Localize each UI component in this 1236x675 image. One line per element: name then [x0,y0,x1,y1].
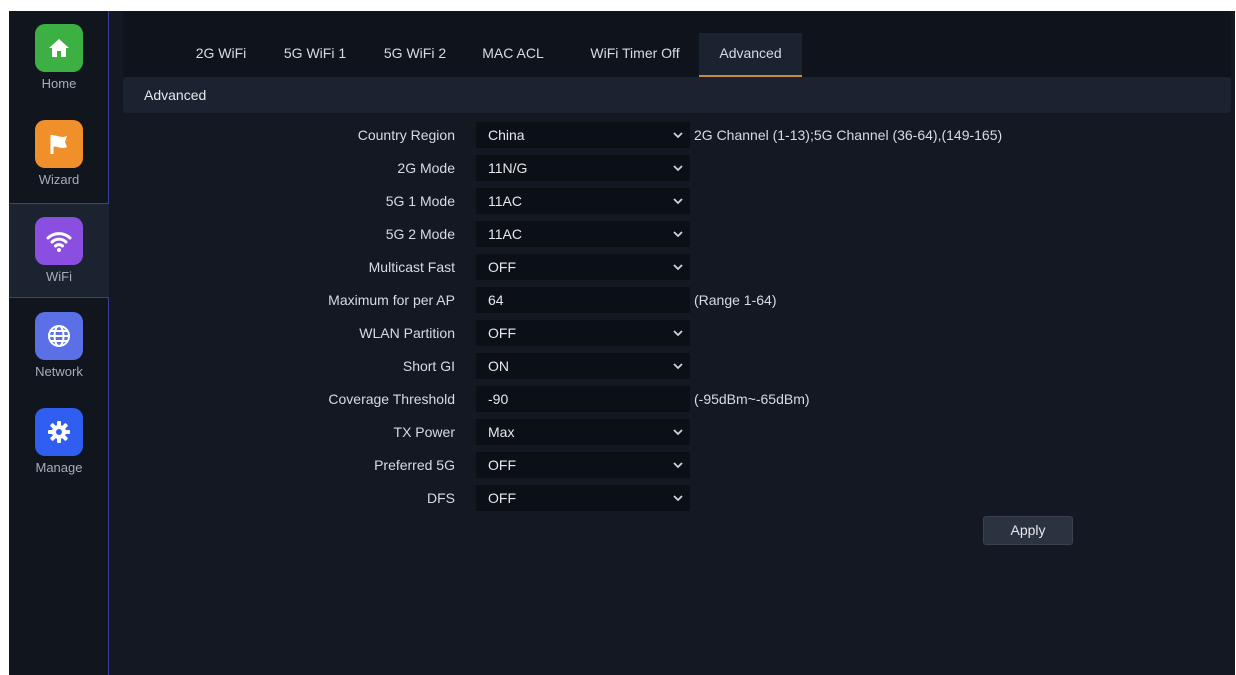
max-per-ap-label: Maximum for per AP [328,292,455,308]
coverage-threshold-input[interactable]: -90 [476,386,690,412]
chevron-down-icon [673,495,683,502]
short-gi-label: Short GI [402,358,455,374]
flag-icon [35,120,83,168]
wlan-partition-label: WLAN Partition [359,325,455,341]
sidebar-item-label: Wizard [38,172,80,187]
5g2-mode-select[interactable]: 11AC [476,221,690,247]
tx-power-select[interactable]: Max [476,419,690,445]
multicast-fast-label: Multicast Fast [368,259,455,275]
short-gi-value: ON [488,358,509,374]
globe-icon [35,312,83,360]
form-row-preferred-5g: Preferred 5G OFF [123,452,1231,478]
tab-bar: 2G WiFi 5G WiFi 1 5G WiFi 2 MAC ACL WiFi… [123,11,1231,77]
gear-icon [35,408,83,456]
wlan-partition-value: OFF [488,325,516,341]
sidebar-item-label: Home [41,76,77,91]
coverage-threshold-value: -90 [488,391,509,407]
short-gi-select[interactable]: ON [476,353,690,379]
5g1-mode-select[interactable]: 11AC [476,188,690,214]
preferred-5g-select[interactable]: OFF [476,452,690,478]
tab-mac-acl[interactable]: MAC ACL [473,33,553,77]
form-row-coverage-threshold: Coverage Threshold -90 (-95dBm~-65dBm) [123,386,1231,412]
form-row-5g1-mode: 5G 1 Mode 11AC [123,188,1231,214]
max-per-ap-hint: (Range 1-64) [694,292,777,308]
tx-power-value: Max [488,424,515,440]
sidebar-item-label: WiFi [46,269,72,284]
chevron-down-icon [673,165,683,172]
form-row-wlan-partition: WLAN Partition OFF [123,320,1231,346]
coverage-threshold-hint: (-95dBm~-65dBm) [694,391,810,407]
tx-power-label: TX Power [393,424,455,440]
tab-5g-wifi-2[interactable]: 5G WiFi 2 [371,33,459,77]
tab-2g-wifi[interactable]: 2G WiFi [181,33,261,77]
sidebar-item-label: Network [35,364,83,379]
form-row-max-per-ap: Maximum for per AP 64 (Range 1-64) [123,287,1231,313]
country-region-hint: 2G Channel (1-13);5G Channel (36-64),(14… [694,127,1003,143]
5g2-mode-value: 11AC [488,226,522,242]
dfs-label: DFS [427,490,455,506]
preferred-5g-value: OFF [488,457,516,473]
5g2-mode-label: 5G 2 Mode [385,226,455,242]
sidebar-item-wizard[interactable]: Wizard [9,107,109,202]
form-row-multicast-fast: Multicast Fast OFF [123,254,1231,280]
wlan-partition-select[interactable]: OFF [476,320,690,346]
max-per-ap-input[interactable]: 64 [476,287,690,313]
section-title: Advanced [144,87,207,103]
chevron-down-icon [673,198,683,205]
form-row-tx-power: TX Power Max [123,419,1231,445]
home-icon [35,24,83,72]
2g-mode-select[interactable]: 11N/G [476,155,690,181]
form-row-country-region: Country Region China 2G Channel (1-13);5… [123,122,1231,148]
wifi-icon [35,217,83,265]
tab-wifi-timer-off[interactable]: WiFi Timer Off [575,33,695,77]
coverage-threshold-label: Coverage Threshold [328,391,455,407]
5g1-mode-value: 11AC [488,193,522,209]
sidebar-item-wifi[interactable]: WiFi [9,203,109,298]
tab-5g-wifi-1[interactable]: 5G WiFi 1 [271,33,359,77]
section-header: Advanced [123,77,1231,113]
sidebar-item-network[interactable]: Network [9,299,109,394]
chevron-down-icon [673,462,683,469]
form-row-5g2-mode: 5G 2 Mode 11AC [123,221,1231,247]
dfs-select[interactable]: OFF [476,485,690,511]
tab-advanced[interactable]: Advanced [699,33,802,77]
apply-button[interactable]: Apply [983,516,1073,545]
form-row-2g-mode: 2G Mode 11N/G [123,155,1231,181]
chevron-down-icon [673,363,683,370]
chevron-down-icon [673,429,683,436]
sidebar-item-manage[interactable]: Manage [9,395,109,490]
chevron-down-icon [673,330,683,337]
multicast-fast-select[interactable]: OFF [476,254,690,280]
form-row-short-gi: Short GI ON [123,353,1231,379]
chevron-down-icon [673,231,683,238]
app-frame: Home Wizard WiFi Network Manage 2G WiFi … [9,11,1235,675]
max-per-ap-value: 64 [488,292,504,308]
5g1-mode-label: 5G 1 Mode [385,193,455,209]
sidebar: Home Wizard WiFi Network Manage [9,11,109,675]
country-region-label: Country Region [357,127,455,143]
chevron-down-icon [673,132,683,139]
form-row-dfs: DFS OFF [123,485,1231,511]
country-region-value: China [488,127,525,143]
2g-mode-value: 11N/G [488,160,528,176]
multicast-fast-value: OFF [488,259,516,275]
main-panel: 2G WiFi 5G WiFi 1 5G WiFi 2 MAC ACL WiFi… [123,11,1235,675]
chevron-down-icon [673,264,683,271]
country-region-select[interactable]: China [476,122,690,148]
sidebar-item-label: Manage [35,460,83,475]
preferred-5g-label: Preferred 5G [374,457,455,473]
dfs-value: OFF [488,490,516,506]
sidebar-item-home[interactable]: Home [9,11,109,106]
2g-mode-label: 2G Mode [397,160,455,176]
